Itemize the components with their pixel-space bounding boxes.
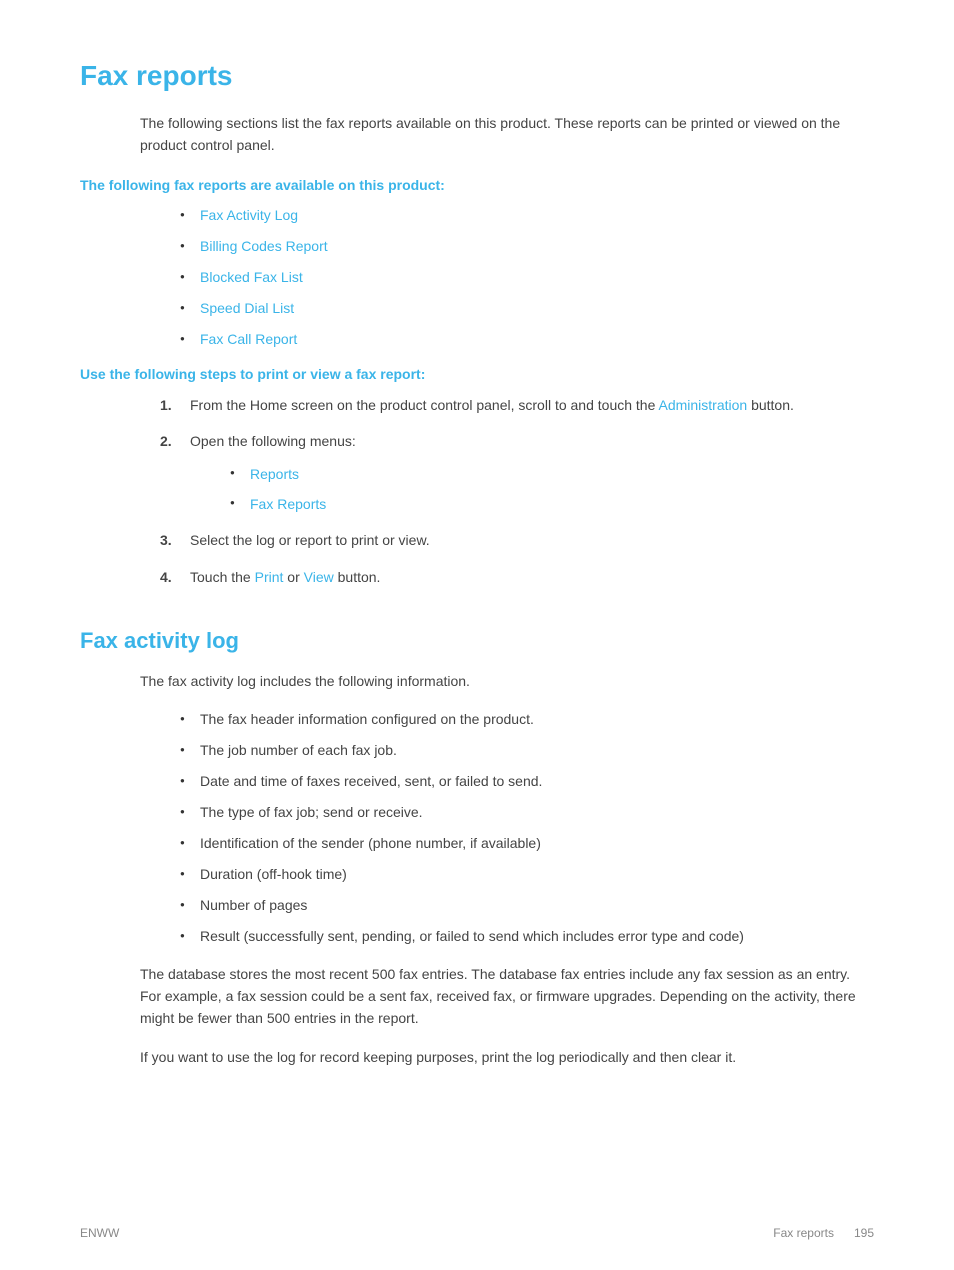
list-item: Billing Codes Report [180,236,874,257]
step-1-text-after: button. [747,397,794,413]
body-text-2: If you want to use the log for record ke… [140,1046,874,1068]
administration-link[interactable]: Administration [658,397,747,413]
step-1-text-before: From the Home screen on the product cont… [190,397,658,413]
footer-left: ENWW [80,1226,119,1240]
blocked-fax-list-link[interactable]: Blocked Fax List [200,269,303,285]
section2-title: Fax activity log [80,628,874,654]
list-item: Reports [230,463,874,485]
section2-intro: The fax activity log includes the follow… [140,670,874,692]
activity-list: The fax header information configured on… [180,709,874,947]
list-item: Identification of the sender (phone numb… [180,833,874,854]
step-3-text: Select the log or report to print or vie… [190,532,430,548]
subheading-steps: Use the following steps to print or view… [80,366,874,382]
list-item: Date and time of faxes received, sent, o… [180,771,874,792]
fax-activity-log-link[interactable]: Fax Activity Log [200,207,298,223]
step-3: 3. Select the log or report to print or … [160,529,874,551]
fax-call-report-link[interactable]: Fax Call Report [200,331,297,347]
footer-page-number: 195 [854,1226,874,1240]
step-4-text-middle: or [283,569,303,585]
list-item: Duration (off-hook time) [180,864,874,885]
speed-dial-list-link[interactable]: Speed Dial List [200,300,294,316]
step-number: 3. [160,529,172,551]
fax-reports-menu-link[interactable]: Fax Reports [250,496,326,512]
step-number: 4. [160,566,172,588]
list-item: The job number of each fax job. [180,740,874,761]
step-4-text-before: Touch the [190,569,255,585]
page-title: Fax reports [80,60,874,92]
list-item: Fax Reports [230,493,874,515]
reports-menu-link[interactable]: Reports [250,466,299,482]
step-4-text-after: button. [334,569,381,585]
footer-section-label: Fax reports [773,1226,834,1240]
step-1: 1. From the Home screen on the product c… [160,394,874,416]
body-text-1: The database stores the most recent 500 … [140,963,874,1030]
list-item: Number of pages [180,895,874,916]
list-item: Result (successfully sent, pending, or f… [180,926,874,947]
list-item: Speed Dial List [180,298,874,319]
steps-list: 1. From the Home screen on the product c… [160,394,874,588]
list-item: Blocked Fax List [180,267,874,288]
page-footer: ENWW Fax reports 195 [0,1226,954,1240]
list-item: The fax header information configured on… [180,709,874,730]
print-link[interactable]: Print [255,569,284,585]
nested-menu-list: Reports Fax Reports [230,463,874,516]
step-2-text: Open the following menus: [190,433,356,449]
step-4: 4. Touch the Print or View button. [160,566,874,588]
step-number: 1. [160,394,172,416]
list-item: The type of fax job; send or receive. [180,802,874,823]
subheading-reports-available: The following fax reports are available … [80,177,874,193]
footer-right: Fax reports 195 [773,1226,874,1240]
step-2: 2. Open the following menus: Reports Fax… [160,430,874,515]
billing-codes-report-link[interactable]: Billing Codes Report [200,238,328,254]
list-item: Fax Activity Log [180,205,874,226]
list-item: Fax Call Report [180,329,874,350]
view-link[interactable]: View [304,569,334,585]
step-number: 2. [160,430,172,452]
intro-text: The following sections list the fax repo… [140,112,874,157]
reports-list: Fax Activity Log Billing Codes Report Bl… [180,205,874,350]
